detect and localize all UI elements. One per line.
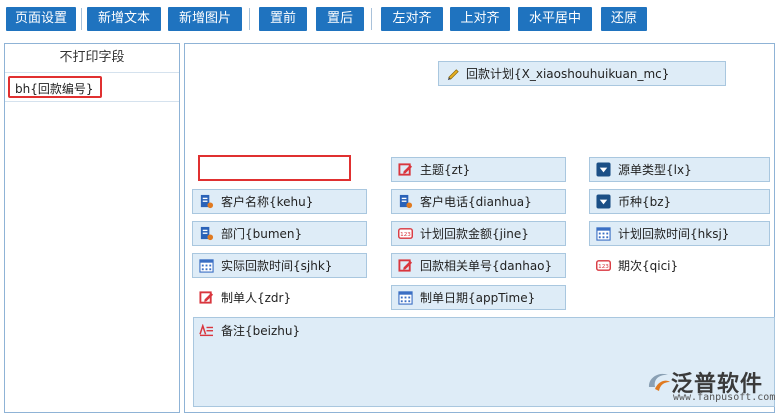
field-label: 制单日期{appTime} bbox=[420, 291, 536, 305]
bring-front-button[interactable]: 置前 bbox=[259, 7, 307, 31]
field-label: 回款计划{X_xiaoshouhuikuan_mc} bbox=[466, 67, 670, 81]
align-top-button[interactable]: 上对齐 bbox=[450, 7, 510, 31]
number-icon: 123 bbox=[398, 228, 413, 239]
person-card-icon bbox=[399, 194, 413, 209]
toolbar: 页面设置 新增文本 新增图片 置前 置后 左对齐 上对齐 水平居中 还原 bbox=[0, 0, 775, 38]
number-icon: 123 bbox=[596, 260, 611, 271]
dropdown-icon bbox=[596, 162, 611, 177]
field-zdr[interactable]: 制单人{zdr} bbox=[192, 285, 367, 310]
restore-button[interactable]: 还原 bbox=[601, 7, 647, 31]
field-qici[interactable]: 123 期次{qici} bbox=[589, 253, 770, 278]
svg-text:123: 123 bbox=[598, 264, 609, 270]
page-settings-button[interactable]: 页面设置 bbox=[6, 7, 76, 31]
field-label: 主题{zt} bbox=[420, 163, 471, 177]
person-card-icon bbox=[200, 194, 214, 209]
non-print-fields-panel: 不打印字段 bh{回款编号} bbox=[4, 43, 180, 413]
center-horizontal-button[interactable]: 水平居中 bbox=[518, 7, 592, 31]
logo-url: www.fanpusoft.com bbox=[673, 392, 775, 403]
add-image-button[interactable]: 新增图片 bbox=[168, 7, 242, 31]
person-card-icon bbox=[200, 226, 214, 241]
field-label: 期次{qici} bbox=[618, 259, 679, 273]
field-label: 实际回款时间{sjhk} bbox=[221, 259, 333, 273]
field-zt[interactable]: 主题{zt} bbox=[391, 157, 566, 182]
calendar-icon bbox=[199, 259, 214, 273]
edit-icon bbox=[398, 163, 413, 176]
field-danhao[interactable]: 回款相关单号{danhao} bbox=[391, 253, 566, 278]
field-kehu[interactable]: 客户名称{kehu} bbox=[192, 189, 367, 214]
non-print-field-bh[interactable]: bh{回款编号} bbox=[8, 76, 102, 98]
edit-icon bbox=[398, 259, 413, 272]
field-title-plan[interactable]: 回款计划{X_xiaoshouhuikuan_mc} bbox=[438, 61, 726, 86]
logo-swirl-icon bbox=[648, 373, 670, 391]
field-label: 币种{bz} bbox=[618, 195, 672, 209]
field-label: 源单类型{lx} bbox=[618, 163, 692, 177]
field-label: 制单人{zdr} bbox=[221, 291, 292, 305]
toolbar-divider bbox=[371, 8, 372, 30]
field-hksj[interactable]: 计划回款时间{hksj} bbox=[589, 221, 770, 246]
pencil-icon bbox=[447, 69, 459, 81]
align-left-button[interactable]: 左对齐 bbox=[381, 7, 443, 31]
selected-empty-field[interactable] bbox=[198, 155, 351, 181]
field-jine[interactable]: 123 计划回款金额{jine} bbox=[391, 221, 566, 246]
field-label: 部门{bumen} bbox=[221, 227, 303, 241]
panel-title: 不打印字段 bbox=[5, 44, 179, 73]
svg-text:123: 123 bbox=[400, 232, 411, 238]
field-label: 计划回款金额{jine} bbox=[420, 227, 529, 241]
field-dianhua[interactable]: 客户电话{dianhua} bbox=[391, 189, 566, 214]
field-label: 备注{beizhu} bbox=[221, 324, 301, 338]
calendar-icon bbox=[398, 291, 413, 305]
add-text-button[interactable]: 新增文本 bbox=[87, 7, 161, 31]
field-label: 计划回款时间{hksj} bbox=[618, 227, 730, 241]
field-label: 客户名称{kehu} bbox=[221, 195, 314, 209]
send-back-button[interactable]: 置后 bbox=[316, 7, 364, 31]
edit-icon bbox=[199, 291, 214, 304]
field-bz[interactable]: 币种{bz} bbox=[589, 189, 770, 214]
toolbar-divider bbox=[249, 8, 250, 30]
dropdown-icon bbox=[596, 194, 611, 209]
calendar-icon bbox=[596, 227, 611, 241]
field-apptime[interactable]: 制单日期{appTime} bbox=[391, 285, 566, 310]
toolbar-divider bbox=[81, 8, 82, 30]
field-sjhk[interactable]: 实际回款时间{sjhk} bbox=[192, 253, 367, 278]
text-lines-icon bbox=[199, 324, 213, 337]
field-label: 回款相关单号{danhao} bbox=[420, 259, 553, 273]
brand-logo: 泛普软件 www.fanpusoft.com bbox=[646, 366, 775, 410]
field-bumen[interactable]: 部门{bumen} bbox=[192, 221, 367, 246]
field-lx[interactable]: 源单类型{lx} bbox=[589, 157, 770, 182]
list-item[interactable]: bh{回款编号} bbox=[5, 74, 179, 102]
field-label: 客户电话{dianhua} bbox=[420, 195, 532, 209]
